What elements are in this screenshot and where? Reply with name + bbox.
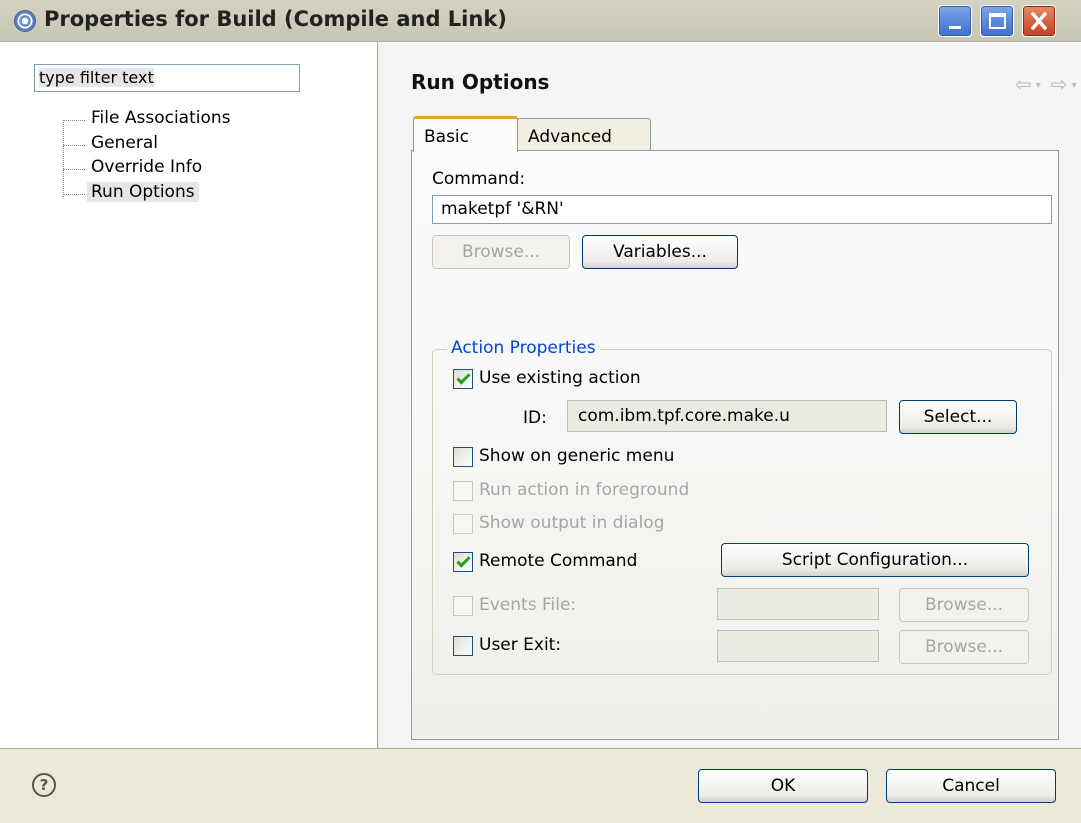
use-existing-action-label: Use existing action xyxy=(479,368,641,388)
command-browse-button[interactable]: Browse... xyxy=(432,235,570,269)
cancel-button[interactable]: Cancel xyxy=(886,769,1056,803)
tree-connector xyxy=(63,145,85,146)
close-button[interactable] xyxy=(1022,5,1056,37)
minimize-icon xyxy=(949,26,961,29)
forward-dropdown-icon[interactable]: ▾ xyxy=(1072,80,1077,91)
help-icon[interactable]: ? xyxy=(32,773,56,797)
checkbox-unchecked[interactable] xyxy=(453,636,473,656)
tree-connector xyxy=(63,120,64,197)
select-button[interactable]: Select... xyxy=(899,400,1017,434)
properties-dialog: Properties for Build (Compile and Link) … xyxy=(0,0,1081,823)
remote-command-label: Remote Command xyxy=(479,551,638,571)
script-configuration-button[interactable]: Script Configuration... xyxy=(721,543,1029,577)
command-field[interactable]: maketpf '&RN' xyxy=(432,195,1052,224)
check-icon xyxy=(456,370,471,385)
checkbox-checked[interactable] xyxy=(453,369,473,389)
checkbox-disabled[interactable] xyxy=(453,481,473,501)
dialog-button-bar: ? OK Cancel xyxy=(0,748,1081,823)
tab-advanced[interactable]: Advanced xyxy=(517,118,651,152)
show-output-in-dialog-label: Show output in dialog xyxy=(479,513,665,533)
content-pane: Run Options ⇦ ▾ ⇨ ▾ Basic Advanced Command:… xyxy=(379,42,1081,748)
checkbox-disabled[interactable] xyxy=(453,596,473,616)
basic-tab-panel: Command: maketpf '&RN' Browse... Variabl… xyxy=(411,150,1059,740)
navigation-pane: type filter text File Associations Gener… xyxy=(0,42,378,748)
show-on-generic-menu-label: Show on generic menu xyxy=(479,446,675,466)
tree-item-label: Override Info xyxy=(91,157,203,177)
tree-item-label: General xyxy=(91,133,158,153)
checkbox-checked[interactable] xyxy=(453,552,473,572)
checkbox-disabled[interactable] xyxy=(453,514,473,534)
filter-placeholder: type filter text xyxy=(39,68,154,87)
minimize-button[interactable] xyxy=(938,5,972,37)
user-exit-browse-button[interactable]: Browse... xyxy=(899,630,1029,664)
back-dropdown-icon[interactable]: ▾ xyxy=(1036,80,1041,91)
ok-button[interactable]: OK xyxy=(698,769,868,803)
user-exit-field[interactable] xyxy=(717,630,879,662)
action-id-field: com.ibm.tpf.core.make.u xyxy=(567,400,887,432)
action-properties-group: Action Properties Use existing action ID… xyxy=(432,338,1052,675)
window-title: Properties for Build (Compile and Link) xyxy=(44,7,507,31)
maximize-icon xyxy=(989,13,1006,29)
id-label: ID: xyxy=(523,408,547,428)
checkbox-unchecked[interactable] xyxy=(453,447,473,467)
run-action-in-foreground-label: Run action in foreground xyxy=(479,480,690,500)
tree-item-label: File Associations xyxy=(91,108,231,128)
tab-basic[interactable]: Basic xyxy=(413,116,518,152)
events-file-label: Events File: xyxy=(479,595,577,615)
action-properties-title: Action Properties xyxy=(447,338,600,358)
maximize-button[interactable] xyxy=(980,5,1014,37)
forward-arrow-icon[interactable]: ⇨ xyxy=(1051,72,1068,96)
page-title: Run Options xyxy=(411,70,550,94)
variables-button[interactable]: Variables... xyxy=(582,235,738,269)
close-icon xyxy=(1031,12,1047,30)
history-navigation: ⇦ ▾ ⇨ ▾ xyxy=(1015,72,1081,96)
gear-icon xyxy=(14,10,36,32)
user-exit-label: User Exit: xyxy=(479,635,562,655)
tree-connector xyxy=(63,169,85,170)
tree-connector xyxy=(63,120,85,121)
events-file-browse-button[interactable]: Browse... xyxy=(899,588,1029,622)
filter-input[interactable]: type filter text xyxy=(34,64,300,92)
back-arrow-icon[interactable]: ⇦ xyxy=(1015,72,1032,96)
events-file-field[interactable] xyxy=(717,588,879,620)
title-bar[interactable]: Properties for Build (Compile and Link) xyxy=(0,0,1081,42)
command-label: Command: xyxy=(432,169,526,189)
tree-item-label: Run Options xyxy=(87,182,199,202)
tree-connector xyxy=(63,194,85,195)
check-icon xyxy=(456,553,471,568)
